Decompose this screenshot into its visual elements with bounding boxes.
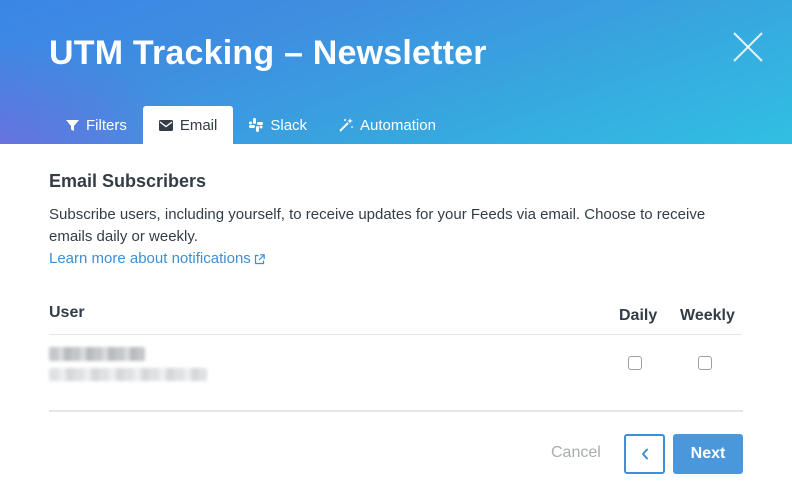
section-description: Subscribe users, including yourself, to … bbox=[49, 206, 706, 245]
weekly-checkbox[interactable] bbox=[698, 356, 712, 370]
modal-title: UTM Tracking – Newsletter bbox=[49, 34, 487, 72]
table-header-divider bbox=[49, 334, 742, 335]
modal-header: UTM Tracking – Newsletter Filters Email bbox=[0, 0, 792, 144]
external-link-icon bbox=[254, 253, 265, 264]
magic-wand-icon bbox=[339, 118, 354, 132]
tab-filters[interactable]: Filters bbox=[50, 106, 143, 144]
column-header-user: User bbox=[49, 304, 85, 321]
tab-label: Automation bbox=[360, 116, 436, 134]
back-button[interactable] bbox=[624, 434, 665, 474]
cancel-button[interactable]: Cancel bbox=[551, 444, 601, 462]
column-header-weekly: Weekly bbox=[680, 307, 735, 324]
table-footer-divider bbox=[49, 410, 743, 412]
user-email-redacted bbox=[49, 368, 207, 381]
learn-more-link[interactable]: Learn more about notifications bbox=[49, 248, 265, 270]
tab-bar: Filters Email Slack Automation bbox=[50, 106, 452, 144]
user-name-redacted bbox=[49, 347, 145, 361]
next-button[interactable]: Next bbox=[673, 434, 743, 474]
slack-icon bbox=[249, 118, 264, 132]
tab-label: Filters bbox=[86, 116, 127, 134]
tab-label: Email bbox=[179, 116, 218, 134]
tab-email[interactable]: Email bbox=[142, 106, 234, 144]
daily-checkbox[interactable] bbox=[628, 356, 642, 370]
close-icon[interactable] bbox=[731, 30, 765, 64]
tab-label: Slack bbox=[270, 116, 308, 134]
column-header-daily: Daily bbox=[619, 307, 658, 324]
section-title: Email Subscribers bbox=[49, 171, 207, 191]
learn-more-label: Learn more about notifications bbox=[49, 250, 251, 267]
filter-icon bbox=[66, 119, 79, 132]
tab-automation[interactable]: Automation bbox=[323, 106, 452, 144]
chevron-left-icon bbox=[641, 448, 648, 460]
tab-slack[interactable]: Slack bbox=[233, 106, 323, 144]
envelope-icon bbox=[158, 119, 173, 131]
